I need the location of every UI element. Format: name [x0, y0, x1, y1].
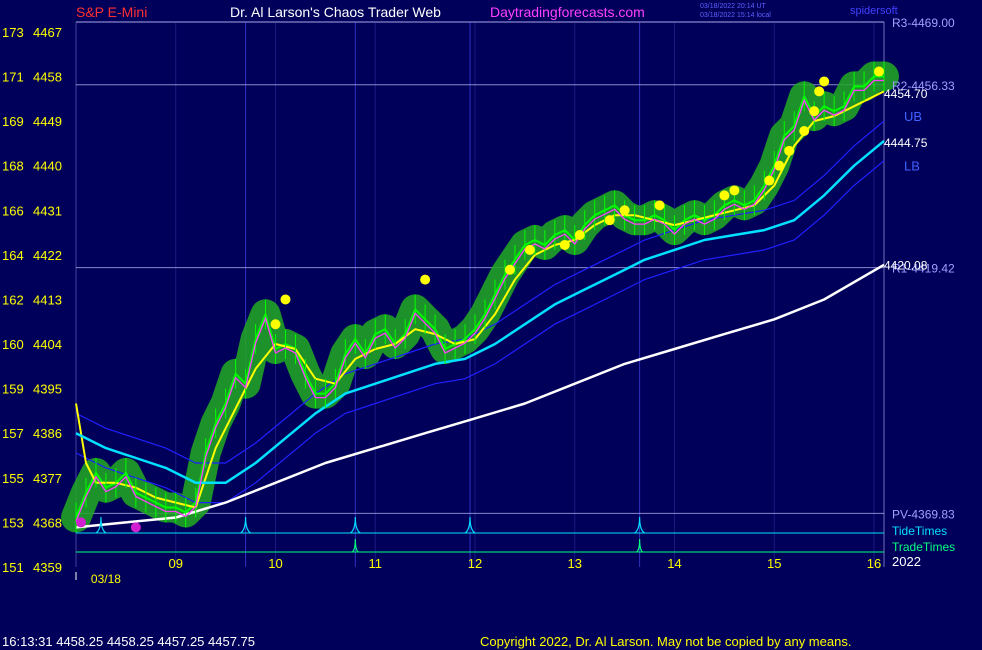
x-tick-label: 12 — [468, 556, 482, 571]
highlight-dot — [784, 145, 795, 156]
highlight-dot — [524, 244, 535, 255]
x-tick-label: 16 — [867, 556, 881, 571]
low-dot — [130, 522, 141, 533]
x-tick-label: 13 — [568, 556, 582, 571]
price-tick-label: 4467 — [33, 25, 62, 40]
level-label: R3-4469.00 — [892, 16, 955, 30]
highlight-dot — [604, 215, 615, 226]
price-tick-label: 4404 — [33, 337, 62, 352]
site-title: Dr. Al Larson's Chaos Trader Web — [230, 4, 441, 20]
highlight-dot — [874, 66, 885, 77]
cycle-tick-label: 171 — [2, 70, 24, 85]
symbol-title: S&P E-Mini — [76, 4, 147, 20]
highlight-dot — [559, 239, 570, 250]
value-label: 4454.70 — [884, 87, 928, 101]
price-tick-label: 4413 — [33, 292, 62, 307]
value-label: 4420.08 — [884, 258, 928, 272]
band-label: LB — [904, 159, 920, 174]
price-tick-label: 4377 — [33, 471, 62, 486]
highlight-dot — [619, 205, 630, 216]
cycle-tick-label: 157 — [2, 426, 24, 441]
highlight-dot — [819, 76, 830, 87]
trade-times-label: TradeTimes — [892, 540, 955, 554]
year-label: 2022 — [892, 554, 921, 569]
band-label: UB — [904, 109, 922, 124]
quote-readout: 16:13:31 4458.25 4458.25 4457.25 4457.75 — [2, 634, 255, 649]
price-tick-label: 4449 — [33, 114, 62, 129]
highlight-dot — [654, 200, 665, 211]
highlight-dot — [729, 185, 740, 196]
cycle-tick-label: 162 — [2, 292, 24, 307]
highlight-dot — [774, 160, 785, 171]
timestamp-ut: 03/18/2022 20:14 UT — [700, 3, 766, 10]
highlight-dot — [504, 264, 515, 275]
cycle-tick-label: 159 — [2, 382, 24, 397]
software-tag: spidersoft — [850, 5, 898, 17]
date-label: 03/18 — [91, 572, 121, 586]
x-tick-label: 10 — [268, 556, 282, 571]
highlight-dot — [420, 274, 431, 285]
price-tick-label: 4386 — [33, 426, 62, 441]
cycle-tick-label: 153 — [2, 515, 24, 530]
cycle-tick-label: 166 — [2, 203, 24, 218]
low-dot — [75, 517, 86, 528]
price-tick-label: 4422 — [33, 248, 62, 263]
highlight-dot — [809, 106, 820, 117]
cycle-tick-label: 160 — [2, 337, 24, 352]
highlight-dot — [814, 86, 825, 97]
timestamp-local: 03/18/2022 15:14 local — [700, 12, 771, 19]
copyright: Copyright 2022, Dr. Al Larson. May not b… — [480, 634, 851, 649]
cycle-tick-label: 173 — [2, 25, 24, 40]
x-tick-label: 14 — [667, 556, 681, 571]
highlight-dot — [764, 175, 775, 186]
site-url[interactable]: Daytradingforecasts.com — [490, 4, 645, 20]
highlight-dot — [574, 230, 585, 241]
chaos-chart: R3-4469.00R2-4456.33R1-4419.42PV-4369.83… — [0, 0, 982, 650]
highlight-dot — [280, 294, 291, 305]
cycle-tick-label: 168 — [2, 159, 24, 174]
highlight-dot — [270, 319, 281, 330]
highlight-dot — [799, 126, 810, 136]
price-tick-label: 4395 — [33, 382, 62, 397]
cycle-tick-label: 164 — [2, 248, 24, 263]
price-tick-label: 4440 — [33, 159, 62, 174]
x-tick-label: 15 — [767, 556, 781, 571]
price-tick-label: 4359 — [33, 560, 62, 575]
cycle-tick-label: 155 — [2, 471, 24, 486]
level-label: PV-4369.83 — [892, 507, 955, 521]
tide-times-label: TideTimes — [892, 524, 947, 538]
highlight-dot — [719, 190, 730, 201]
cycle-tick-label: 151 — [2, 560, 24, 575]
value-label: 4444.75 — [884, 136, 928, 150]
price-tick-label: 4431 — [33, 203, 62, 218]
cycle-tick-label: 169 — [2, 114, 24, 129]
x-tick-label: 09 — [169, 556, 183, 571]
price-tick-label: 4458 — [33, 70, 62, 85]
x-tick-label: 11 — [369, 556, 383, 571]
price-tick-label: 4368 — [33, 515, 62, 530]
